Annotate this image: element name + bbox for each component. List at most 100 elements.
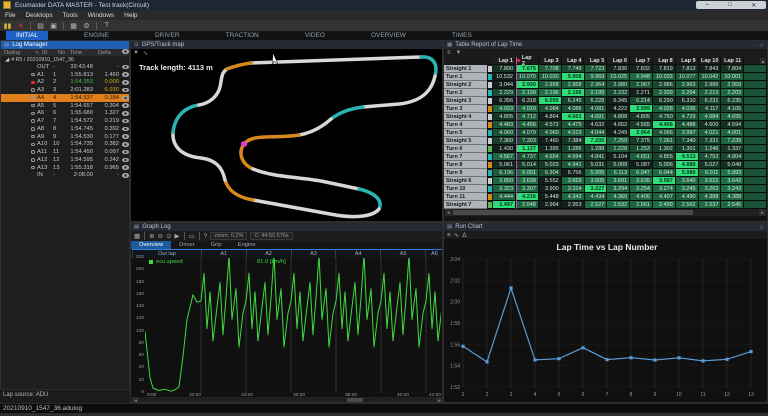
sector-time-cell[interactable]: 6.318 [516, 97, 539, 105]
track-map-header[interactable]: ⊙ GPS/Track map [131, 41, 442, 49]
sector-time-cell[interactable]: 4.565 [630, 121, 653, 129]
sector-time-cell[interactable]: 1.337 [721, 145, 744, 153]
sector-time-cell[interactable]: 3.900 [539, 185, 562, 193]
sector-time-cell[interactable]: 6.001 [516, 169, 539, 177]
sector-time-cell[interactable]: 6.290 [653, 97, 676, 105]
column-id[interactable]: ID [42, 50, 58, 56]
sector-time-cell[interactable]: 1.228 [607, 145, 630, 153]
sector-time-cell[interactable]: 6.047 [630, 169, 653, 177]
sector-time-cell[interactable]: 4.729 [676, 113, 699, 121]
sector-time-cell[interactable]: 2.930 [516, 81, 539, 89]
tab-video[interactable]: VIDEO [295, 31, 335, 40]
table-row[interactable]: Turn 34.0234.0204.0844.0864.0814.2223.99… [444, 105, 767, 113]
sector-time-cell[interactable]: 3.262 [699, 185, 722, 193]
sector-time-cell[interactable]: 4.434 [585, 193, 608, 201]
sector-time-cell[interactable]: 3.245 [676, 185, 699, 193]
sector-time-cell[interactable]: 2.199 [516, 89, 539, 97]
sector-time-cell[interactable]: 2.203 [721, 89, 744, 97]
scroll-right-icon[interactable]: ▸ [759, 209, 766, 216]
sector-time-cell[interactable]: 7.340 [676, 137, 699, 145]
table-row[interactable]: Turn 22.2292.1992.1962.1952.1952.2322.27… [444, 89, 767, 97]
table-row[interactable]: Turn 85.0615.0145.0234.9415.0315.0095.08… [444, 161, 767, 169]
lap-segment-a3[interactable]: A3 [291, 250, 336, 258]
sector-time-cell[interactable]: 3.997 [676, 129, 699, 137]
menu-file[interactable]: File [5, 12, 15, 19]
sector-time-cell[interactable]: 5.048 [721, 161, 744, 169]
sector-time-cell[interactable]: 4.066 [653, 129, 676, 137]
sector-time-cell[interactable]: 4.691 [585, 113, 608, 121]
open-folder-icon[interactable]: ▮▮ [3, 21, 12, 30]
eye-icon[interactable] [122, 158, 129, 163]
lap-table-header[interactable]: ▦ Table Report of Lap Time ☆ [444, 41, 767, 49]
sector-time-cell[interactable]: 5.552 [539, 177, 562, 185]
close-log-icon[interactable]: ✕ [16, 21, 25, 30]
track-map-canvas[interactable] [131, 49, 442, 222]
sector-time-cell[interactable]: 2.204 [676, 89, 699, 97]
sector-time-cell[interactable]: 4.889 [676, 161, 699, 169]
table-row[interactable]: Turn 103.3233.3073.9003.3143.2273.2943.2… [444, 185, 767, 193]
sector-time-cell[interactable]: 7.832 [630, 65, 653, 73]
zoom-fit-icon[interactable]: ⊙ [166, 232, 171, 240]
sector-time-cell[interactable]: 5.027 [699, 161, 722, 169]
minimize-icon[interactable]: – [706, 2, 709, 8]
sector-time-cell[interactable]: 4.060 [493, 129, 516, 137]
sector-time-cell[interactable]: 3.294 [607, 185, 630, 193]
sector-time-cell[interactable]: 2.195 [562, 89, 585, 97]
sector-time-cell[interactable]: 2.963 [676, 81, 699, 89]
sort-icon[interactable]: ∿ [32, 50, 42, 56]
sector-time-cell[interactable]: 4.737 [516, 153, 539, 161]
sector-time-cell[interactable]: 4.028 [653, 105, 676, 113]
sector-time-cell[interactable]: 2.209 [653, 89, 676, 97]
menu-tools[interactable]: Tools [63, 12, 78, 19]
sector-time-cell[interactable]: 10.070 [516, 73, 539, 81]
zoom-in-icon[interactable]: ⊕ [149, 232, 154, 240]
sector-time-cell[interactable]: 4.488 [676, 121, 699, 129]
sector-time-cell[interactable]: 4.651 [630, 153, 653, 161]
menu-icon[interactable]: ≡ [447, 232, 451, 239]
sector-time-cell[interactable]: 7.261 [653, 137, 676, 145]
favorite-star-icon[interactable]: ☆ [759, 42, 764, 49]
sector-time-cell[interactable]: 4.117 [699, 105, 722, 113]
table-row[interactable]: Turn 110.53210.07010.0209.9089.96910.025… [444, 73, 767, 81]
scroll-up-icon[interactable]: ▲ [760, 58, 766, 64]
sector-time-cell[interactable]: 3.307 [516, 185, 539, 193]
sector-time-cell[interactable]: 1.286 [562, 145, 585, 153]
sector-time-cell[interactable]: 4.594 [721, 121, 744, 129]
sector-time-cell[interactable]: 1.127 [516, 145, 539, 153]
table-row[interactable]: Straight 72.4972.5482.9642.9532.5272.532… [444, 201, 767, 209]
tab-engine[interactable]: ENGINE [74, 31, 119, 40]
sector-time-cell[interactable]: 4.632 [585, 121, 608, 129]
sector-time-cell[interactable]: 7.800 [493, 65, 516, 73]
sector-time-cell[interactable]: 2.195 [585, 89, 608, 97]
sector-time-cell[interactable]: 3.850 [493, 177, 516, 185]
eye-icon[interactable] [122, 96, 129, 101]
sector-time-cell[interactable]: 6.044 [653, 169, 676, 177]
lap-column-header[interactable]: Lap 8 [653, 57, 676, 65]
sector-time-cell[interactable]: 2.196 [539, 89, 562, 97]
lap-row-a11[interactable]: A11111:54.4500.097 [1, 148, 129, 156]
sector-time-cell[interactable]: 10.077 [676, 73, 699, 81]
sector-time-cell[interactable]: 10.001 [721, 73, 744, 81]
lap-column-header[interactable]: Lap 1 [493, 57, 516, 65]
sector-time-cell[interactable]: 2.497 [493, 201, 516, 209]
sector-time-cell[interactable]: 3.640 [676, 177, 699, 185]
export-icon[interactable]: ▤ [36, 21, 45, 30]
sector-time-cell[interactable]: 3.642 [721, 177, 744, 185]
graph-tab-grip[interactable]: Grip [203, 241, 230, 249]
sector-time-cell[interactable]: 7.331 [699, 137, 722, 145]
menu-desktops[interactable]: Desktops [25, 12, 52, 19]
lap-column-header[interactable]: Lap 5 [584, 57, 607, 65]
table-row[interactable]: Turn 96.1966.0016.3046.7565.9956.1136.04… [444, 169, 767, 177]
table-row[interactable]: Straight 57.3607.3037.4607.3847.2057.250… [444, 137, 767, 145]
sector-time-cell[interactable]: 5.104 [607, 153, 630, 161]
lap-row-a5[interactable]: A551:54.6570.304 [1, 102, 129, 110]
lap-segment-a6[interactable]: A6 [425, 250, 443, 258]
sector-time-cell[interactable]: 5.087 [630, 161, 653, 169]
sector-time-cell[interactable]: 2.561 [630, 201, 653, 209]
sector-time-cell[interactable]: 6.345 [607, 97, 630, 105]
tab-driver[interactable]: DRIVER [145, 31, 190, 40]
sector-time-cell[interactable]: 10.042 [699, 73, 722, 81]
sector-time-cell[interactable]: 1.395 [539, 145, 562, 153]
sector-time-cell[interactable]: 4.841 [585, 153, 608, 161]
sector-time-cell[interactable]: 2.527 [585, 201, 608, 209]
